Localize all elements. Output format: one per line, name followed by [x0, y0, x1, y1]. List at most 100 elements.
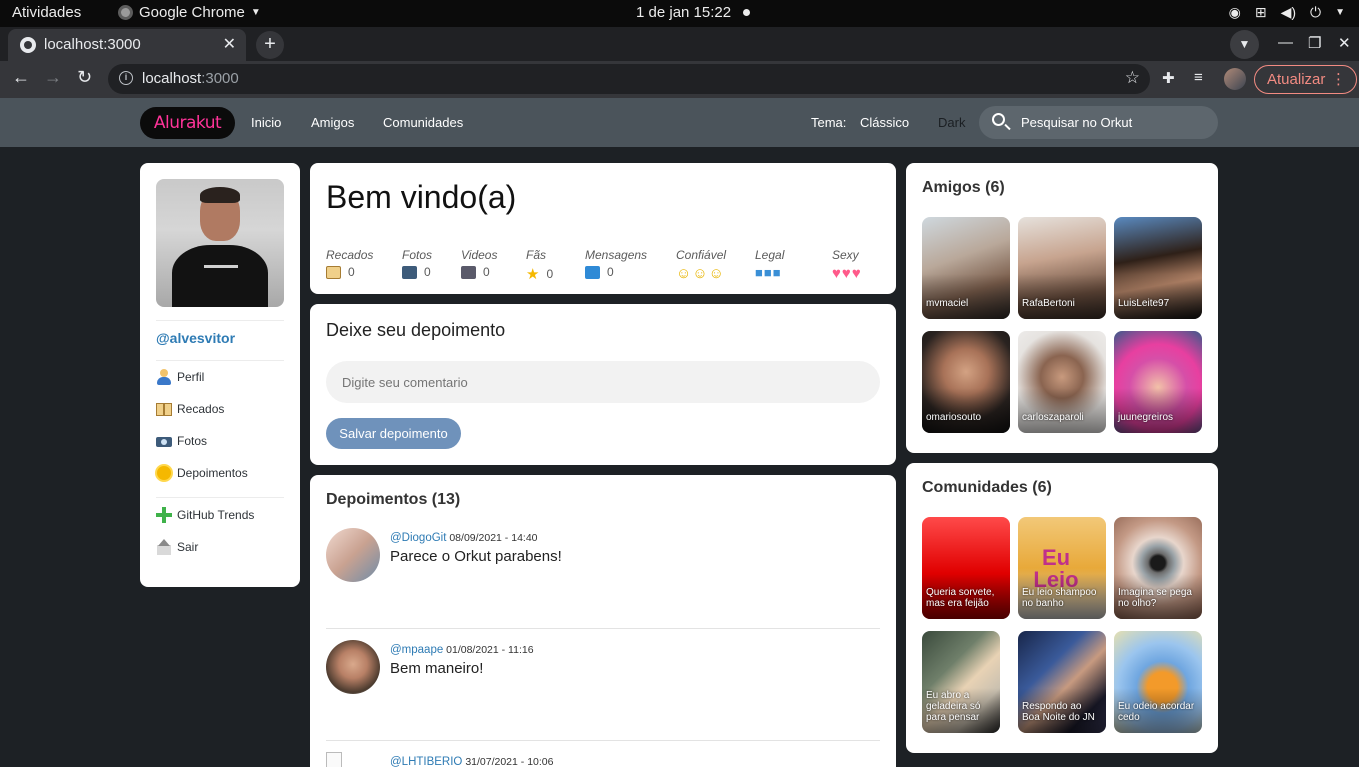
depoimento-user-link[interactable]: @mpaape — [390, 644, 443, 656]
welcome-title: Bem vindo(a) — [326, 179, 517, 215]
friend-card[interactable]: mvmaciel — [922, 217, 1010, 319]
community-card[interactable]: Eu Leio Eu leio shampoo no banho — [1018, 517, 1106, 619]
stat-videos: Videos 0 — [461, 248, 498, 279]
theme-classic-option[interactable]: Clássico — [860, 115, 909, 130]
search-icon — [992, 113, 1005, 126]
network-icon[interactable]: ⊞ — [1255, 4, 1267, 21]
friend-card[interactable]: omariosouto — [922, 331, 1010, 433]
search-input[interactable]: Pesquisar no Orkut — [979, 106, 1218, 139]
depoimento-user-link[interactable]: @DiogoGit — [390, 532, 446, 544]
extensions-icon[interactable]: ✚ — [1162, 69, 1175, 87]
depoimentos-title: Depoimentos (13) — [326, 491, 461, 508]
nav-inicio[interactable]: Inicio — [251, 115, 281, 130]
friend-name: RafaBertoni — [1022, 298, 1075, 309]
depoimento-date: 08/09/2021 - 14:40 — [449, 532, 538, 544]
community-name: Respondo ao Boa Noite do JN — [1022, 701, 1095, 723]
plus-icon — [156, 507, 172, 523]
caret-down-icon[interactable]: ▼ — [1335, 4, 1345, 21]
profile-username[interactable]: @alvesvitor — [156, 330, 235, 346]
alurakut-logo[interactable]: Alurakut — [140, 107, 235, 139]
address-bar[interactable]: i localhost:3000 ☆ — [108, 64, 1150, 94]
avatar[interactable] — [326, 528, 380, 582]
book-icon — [156, 401, 172, 417]
nav-amigos[interactable]: Amigos — [311, 115, 354, 130]
tab-strip: localhost:3000 ✕ + ▼ — ❐ ✕ — [0, 27, 1359, 61]
new-tab-button[interactable]: + — [256, 31, 284, 59]
chrome-icon — [118, 5, 133, 20]
discord-icon[interactable]: ◉ — [1229, 4, 1241, 21]
community-card[interactable]: Respondo ao Boa Noite do JN — [1018, 631, 1106, 733]
friend-card[interactable]: carloszaparoli — [1018, 331, 1106, 433]
volume-icon[interactable]: ◀) — [1281, 4, 1296, 21]
divider — [326, 628, 880, 629]
friend-name: carloszaparoli — [1022, 412, 1084, 423]
clock[interactable]: 1 de jan 15:22 — [636, 4, 731, 21]
stat-fas: Fãs ★ 0 — [526, 248, 554, 283]
avatar[interactable] — [326, 640, 380, 694]
community-card[interactable]: Eu odeio acordar cedo — [1114, 631, 1202, 733]
depoimento-form-box: Deixe seu depoimento Salvar depoimento — [310, 304, 896, 465]
comment-input[interactable] — [326, 361, 880, 403]
url-text[interactable]: localhost:3000 — [142, 70, 239, 87]
sidebar-item-recados[interactable]: Recados — [156, 401, 224, 417]
profile-sidebar: @alvesvitor Perfil Recados Fotos Depoime… — [140, 163, 300, 587]
app-menu[interactable]: Google Chrome ▼ — [118, 4, 261, 21]
nav-comunidades[interactable]: Comunidades — [383, 115, 463, 130]
sidebar-item-github-trends[interactable]: GitHub Trends — [156, 507, 254, 523]
media-queue-icon[interactable]: ≡ — [1194, 69, 1203, 86]
user-icon — [156, 369, 172, 385]
depoimento-date: 31/07/2021 - 10:06 — [465, 756, 554, 767]
restore-icon[interactable]: ❐ — [1308, 34, 1321, 52]
tab-title: localhost:3000 — [44, 36, 141, 53]
friends-title: Amigos (6) — [922, 179, 1005, 196]
save-depoimento-button[interactable]: Salvar depoimento — [326, 418, 461, 449]
depoimento-user-link[interactable]: @LHTIBERIO — [390, 756, 462, 767]
update-button[interactable]: Atualizar ⋮ — [1254, 65, 1357, 94]
close-icon[interactable]: ✕ — [223, 34, 236, 54]
theme-dark-option[interactable]: Dark — [938, 115, 965, 130]
power-icon[interactable]: ⏻ — [1310, 4, 1321, 21]
communities-title: Comunidades (6) — [922, 479, 1052, 496]
communities-box: Comunidades (6) Queria sorvete, mas era … — [906, 463, 1218, 753]
theme-label: Tema: — [811, 115, 847, 130]
stat-mensagens: Mensagens 0 — [585, 248, 648, 279]
tab-search-button[interactable]: ▼ — [1230, 30, 1259, 59]
profile-avatar[interactable] — [1224, 68, 1246, 90]
bookmark-star-icon[interactable]: ☆ — [1125, 68, 1140, 88]
depoimentos-box: Depoimentos (13) @DiogoGit 08/09/2021 - … — [310, 475, 896, 767]
app-name: Google Chrome — [139, 4, 245, 21]
friend-card[interactable]: LuisLeite97 — [1114, 217, 1202, 319]
reload-icon[interactable]: ↻ — [77, 67, 92, 88]
close-window-icon[interactable]: ✕ — [1338, 34, 1351, 52]
sidebar-item-fotos[interactable]: Fotos — [156, 433, 207, 449]
back-icon[interactable]: ← — [12, 67, 30, 88]
system-tray[interactable]: ◉ ⊞ ◀) ⏻ ▼ — [1229, 4, 1345, 21]
form-title: Deixe seu depoimento — [326, 320, 506, 340]
stat-recados: Recados 0 — [326, 248, 374, 279]
friend-card[interactable]: juunegreiros — [1114, 331, 1202, 433]
community-name: Eu abro a geladeira só para pensar — [926, 690, 981, 723]
activities-button[interactable]: Atividades — [12, 4, 81, 21]
friend-name: LuisLeite97 — [1118, 298, 1170, 309]
browser-tab[interactable]: localhost:3000 ✕ — [8, 29, 246, 61]
community-name: Eu leio shampoo no banho — [1022, 587, 1097, 609]
minimize-icon[interactable]: — — [1278, 34, 1293, 51]
sidebar-item-depoimentos[interactable]: Depoimentos — [156, 465, 248, 481]
star-icon: ★ — [526, 266, 540, 283]
friend-card[interactable]: RafaBertoni — [1018, 217, 1106, 319]
rating-confiavel: Confiável ☺☺☺ — [676, 248, 727, 282]
sidebar-item-perfil[interactable]: Perfil — [156, 369, 204, 385]
forward-icon[interactable]: → — [44, 67, 62, 88]
more-options-icon[interactable]: ⋮ — [1331, 70, 1346, 88]
community-card[interactable]: Imagina se pega no olho? — [1114, 517, 1202, 619]
community-name: Eu odeio acordar cedo — [1118, 701, 1195, 723]
community-card[interactable]: Queria sorvete, mas era feijão — [922, 517, 1010, 619]
sun-icon — [156, 465, 172, 481]
camera-icon — [402, 265, 417, 279]
book-icon — [326, 265, 341, 279]
profile-photo[interactable] — [156, 179, 284, 307]
broken-image-icon[interactable] — [326, 752, 342, 767]
sidebar-item-sair[interactable]: Sair — [156, 539, 198, 555]
community-card[interactable]: Eu abro a geladeira só para pensar — [922, 631, 1000, 733]
site-info-icon[interactable]: i — [119, 71, 133, 85]
